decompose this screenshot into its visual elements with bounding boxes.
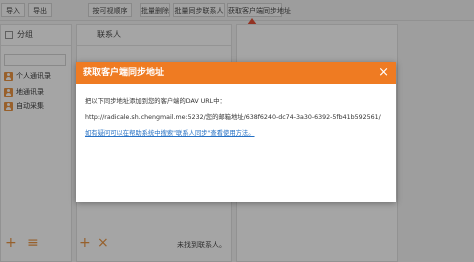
sync-url-text[interactable]: http://radicale.sh.chengmail.me:5232/您的邮… [85, 113, 381, 123]
close-icon[interactable]: × [378, 64, 389, 82]
sync-address-dialog: 获取客户端同步地址 × 把以下同步地址添加到您的客户端的DAV URL中： ht… [76, 62, 396, 202]
contacts-app: 导入 导出 按可视顺序 批量删除 批量同步联系人 获取客户端同步地址 分组 个人… [0, 0, 474, 262]
dialog-header: 获取客户端同步地址 × [76, 62, 396, 84]
dialog-intro-text: 把以下同步地址添加到您的客户端的DAV URL中： [85, 98, 226, 105]
help-link[interactable]: 如有疑问可以在帮助系统中搜索"联系人同步"查看使用方法。 [85, 129, 255, 139]
dialog-title: 获取客户端同步地址 [83, 68, 165, 78]
